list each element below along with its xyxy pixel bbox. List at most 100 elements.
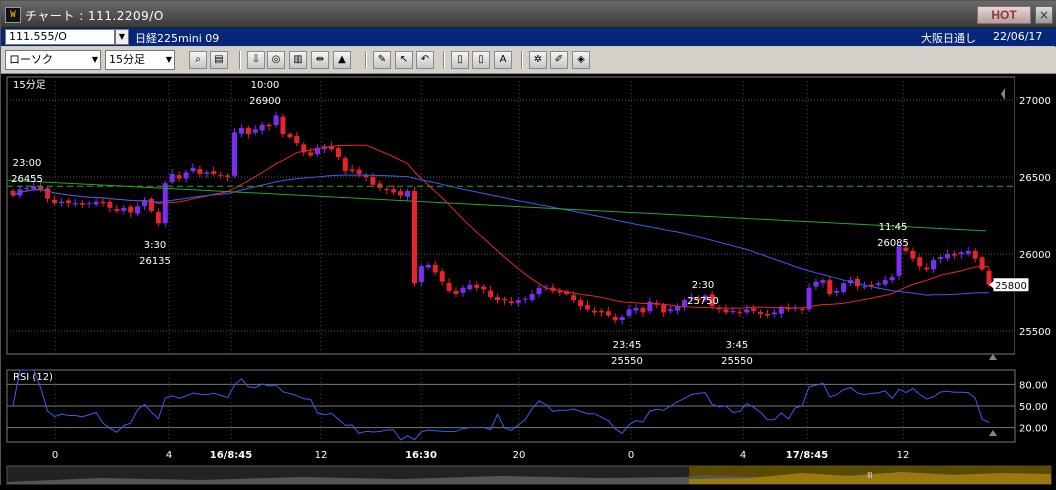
candle-body (169, 173, 175, 182)
candle-body (52, 199, 58, 204)
undo-icon[interactable]: ↶ (416, 51, 434, 69)
candle-body (335, 148, 341, 158)
candle-body (619, 317, 625, 321)
candle-body (778, 307, 784, 314)
candle-body (425, 264, 431, 268)
symbol-code-dropdown-icon[interactable]: ▼ (115, 29, 129, 45)
time-tick-label: 0 (52, 450, 58, 461)
candle-body (986, 270, 992, 285)
price-tick-label: 27000 (1019, 96, 1051, 107)
current-price-label: 25800 (995, 281, 1027, 292)
candle-body (155, 212, 161, 224)
interval-select[interactable]: 15分足 ▼ (105, 50, 175, 70)
candle-body (571, 295, 577, 301)
annotation-time: 23:45 (613, 340, 642, 351)
candle-body (979, 257, 985, 270)
candle-body (197, 169, 203, 174)
download-icon[interactable]: ⇩ (247, 51, 265, 69)
candle-body (225, 175, 231, 178)
candle-body (882, 280, 888, 285)
candle-body (536, 287, 542, 294)
candle-body (938, 257, 944, 259)
candle-body (578, 300, 584, 307)
rsi-scroll-icon (989, 430, 997, 436)
title-bar[interactable]: W チャート : 111.2209/O HOT × (1, 1, 1056, 28)
time-tick-label: 16/8:45 (210, 450, 252, 461)
paint-icon[interactable]: ✐ (550, 51, 568, 69)
indicator-icon[interactable]: ▥ (289, 51, 307, 69)
candle-body (481, 286, 487, 290)
symbol-name: 日経225mini 09 (135, 32, 220, 45)
candle-body (100, 201, 106, 204)
chart-type-select[interactable]: ローソク ▼ (5, 50, 101, 70)
annotation-time: 2:30 (692, 280, 714, 291)
settings-icon[interactable]: ✲ (529, 51, 547, 69)
zoom-icon[interactable]: ⌕ (189, 51, 207, 69)
hot-button[interactable]: HOT (977, 6, 1031, 24)
candle-body (232, 132, 238, 176)
pencil-icon[interactable]: ✎ (373, 51, 391, 69)
candle-body (294, 135, 300, 144)
annotation-price: 26135 (139, 256, 171, 267)
interval-value: 15分足 (109, 53, 145, 66)
window-title: チャート : 111.2209/O (25, 9, 164, 23)
candle-body (875, 283, 881, 286)
candle-body (723, 309, 729, 313)
color-icon[interactable]: ◈ (572, 51, 590, 69)
chevron-down-icon: ▼ (91, 55, 98, 64)
candle-body (972, 250, 978, 259)
annotation-price: 25750 (687, 296, 719, 307)
candle-body (965, 250, 971, 254)
candle-body (633, 307, 639, 311)
candle-body (273, 115, 279, 126)
candle-body (640, 307, 646, 313)
compare-icon[interactable]: ◎ (267, 51, 285, 69)
candle-body (72, 203, 78, 205)
layout-icon[interactable]: ▤ (210, 51, 228, 69)
candle-body (529, 293, 535, 300)
candle-body (252, 129, 258, 133)
candle-body (79, 203, 85, 205)
candle-body (411, 190, 417, 284)
price-tick-label: 25500 (1019, 327, 1051, 338)
candle-body (827, 280, 833, 294)
candle-body (204, 172, 210, 174)
drawing-disabled-icon: ▲ (333, 51, 351, 69)
candle-body (135, 206, 141, 214)
candlestick-chart[interactable]: 27000 26500 26000 25500 0 4 16/8:45 12 16:30 20 0 4… (1, 74, 1056, 486)
candle-body (751, 308, 757, 311)
annotation-price: 25550 (721, 356, 753, 367)
candle-body (446, 282, 452, 291)
panel-label: 15分足 (13, 79, 46, 91)
candle-icon[interactable]: ▯ (451, 51, 469, 69)
info-bar: 111.555/O ▼ 日経225mini 09 大阪日通し 22/06/17 (1, 28, 1056, 46)
candle-body (474, 284, 480, 288)
chart-area[interactable]: 27000 26500 26000 25500 0 4 16/8:45 12 16:30 20 0 4… (1, 74, 1056, 486)
candle-body (453, 290, 459, 294)
candle-body (744, 309, 750, 313)
candle-compare-icon[interactable]: ▯ (472, 51, 490, 69)
candle-body (308, 152, 314, 156)
candle-body (93, 201, 99, 205)
candle-body (889, 277, 895, 281)
candle-body (598, 310, 604, 313)
time-tick-label: 17/8:45 (786, 450, 828, 461)
all-icon[interactable]: A (494, 51, 512, 69)
chart-type-value: ローソク (9, 53, 53, 66)
candle-body (259, 124, 265, 131)
candle-body (668, 309, 674, 312)
time-tick-label: 20 (513, 450, 526, 461)
annotation-price: 25550 (611, 356, 643, 367)
split-icon[interactable]: ⇹ (311, 51, 329, 69)
candle-body (356, 169, 362, 174)
toolbar: ローソク ▼ 15分足 ▼ ⌕ ▤ ⇩ ◎ ▥ ⇹ ▲ ✎ ↖ ↶ ▯ ▯ A ✲ ✐ ◈ (1, 47, 1056, 74)
close-button[interactable]: × (1035, 6, 1053, 24)
cursor-icon[interactable]: ↖ (395, 51, 413, 69)
rsi-line (12, 369, 990, 441)
candle-body (287, 133, 293, 138)
symbol-code-input[interactable]: 111.555/O (5, 29, 115, 45)
candle-body (813, 281, 819, 287)
time-tick-label: 16:30 (405, 450, 437, 461)
candle-body (349, 169, 355, 171)
candle-body (896, 246, 902, 276)
